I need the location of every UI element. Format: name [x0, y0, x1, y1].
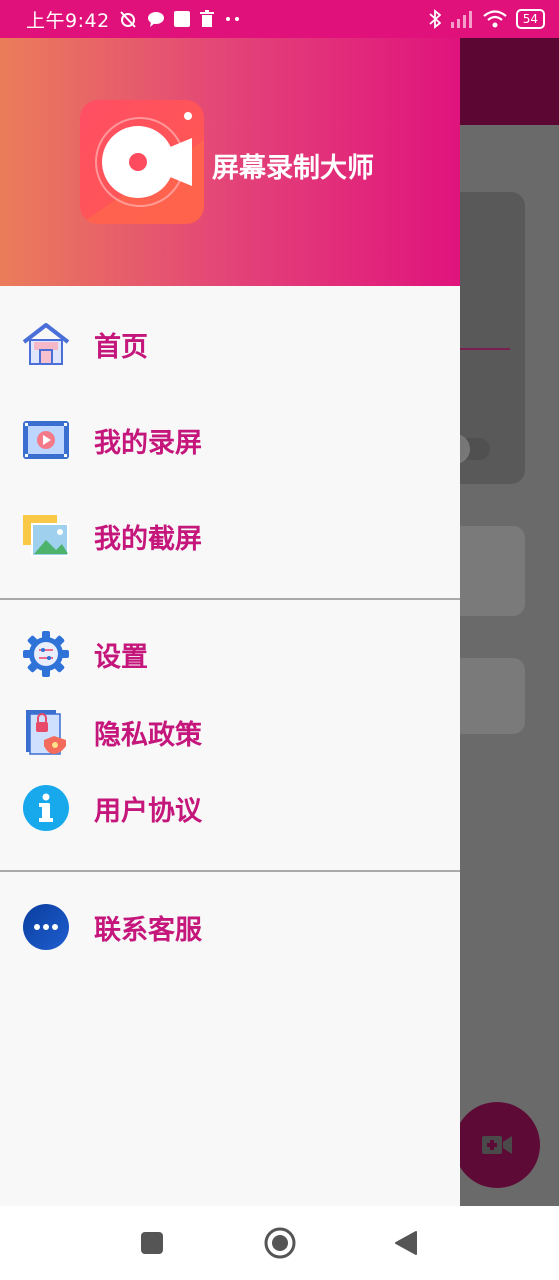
menu-item-label: 联系客服 — [94, 914, 202, 946]
menu-item-label: 我的截屏 — [94, 523, 202, 555]
recents-button[interactable] — [122, 1206, 182, 1280]
wifi-icon — [483, 10, 507, 28]
more-dots-icon — [225, 17, 239, 21]
menu-item-settings[interactable]: 设置 — [0, 616, 460, 692]
chat-bubble-icon — [147, 12, 164, 27]
recents-square-icon — [141, 1232, 163, 1254]
video-film-icon — [22, 416, 70, 464]
gear-settings-icon — [22, 630, 70, 678]
menu-item-label: 我的录屏 — [94, 427, 202, 459]
menu-item-home[interactable]: 首页 — [0, 300, 460, 388]
trash-icon — [199, 10, 214, 27]
bluetooth-icon — [429, 9, 441, 29]
menu-item-label: 首页 — [94, 331, 148, 363]
app-logo — [80, 100, 204, 224]
drawer-header: 屏幕录制大师 — [0, 38, 460, 286]
mute-alarm-icon — [119, 11, 136, 28]
navigation-drawer: 屏幕录制大师 首页 我的录屏 我的截屏 设置 隐私政策 用户协议 联系客服 — [0, 38, 460, 1206]
home-store-icon — [22, 320, 70, 368]
home-button[interactable] — [250, 1206, 310, 1280]
menu-item-user-agreement[interactable]: 用户协议 — [0, 770, 460, 846]
status-bar: 上午9:42 54 — [0, 0, 559, 38]
menu-item-my-screenshots[interactable]: 我的截屏 — [0, 492, 460, 580]
menu-item-contact-support[interactable]: 联系客服 — [0, 888, 460, 966]
more-chat-icon — [22, 903, 70, 951]
status-time: 上午9:42 — [26, 9, 110, 32]
record-fab-button — [454, 1102, 540, 1188]
drawer-divider — [0, 598, 460, 600]
app-name: 屏幕录制大师 — [212, 153, 374, 184]
system-navigation-bar — [0, 1206, 559, 1280]
home-circle-icon — [264, 1227, 296, 1259]
menu-item-label: 设置 — [94, 641, 148, 673]
image-gallery-icon — [22, 512, 70, 560]
privacy-document-icon — [22, 708, 70, 756]
drawer-divider — [0, 870, 460, 872]
status-right-icons: 54 — [429, 9, 545, 29]
status-left-icons — [118, 9, 242, 29]
menu-item-privacy-policy[interactable]: 隐私政策 — [0, 694, 460, 770]
info-icon — [22, 784, 70, 832]
gallery-icon — [173, 11, 190, 27]
back-button[interactable] — [376, 1206, 436, 1280]
menu-item-label: 用户协议 — [94, 795, 202, 827]
menu-item-my-recordings[interactable]: 我的录屏 — [0, 396, 460, 484]
battery-icon: 54 — [515, 9, 545, 29]
menu-item-label: 隐私政策 — [94, 719, 202, 751]
video-add-icon — [482, 1136, 512, 1154]
back-triangle-icon — [395, 1231, 417, 1255]
screen-record-icon — [80, 112, 204, 224]
signal-icon — [450, 11, 472, 28]
